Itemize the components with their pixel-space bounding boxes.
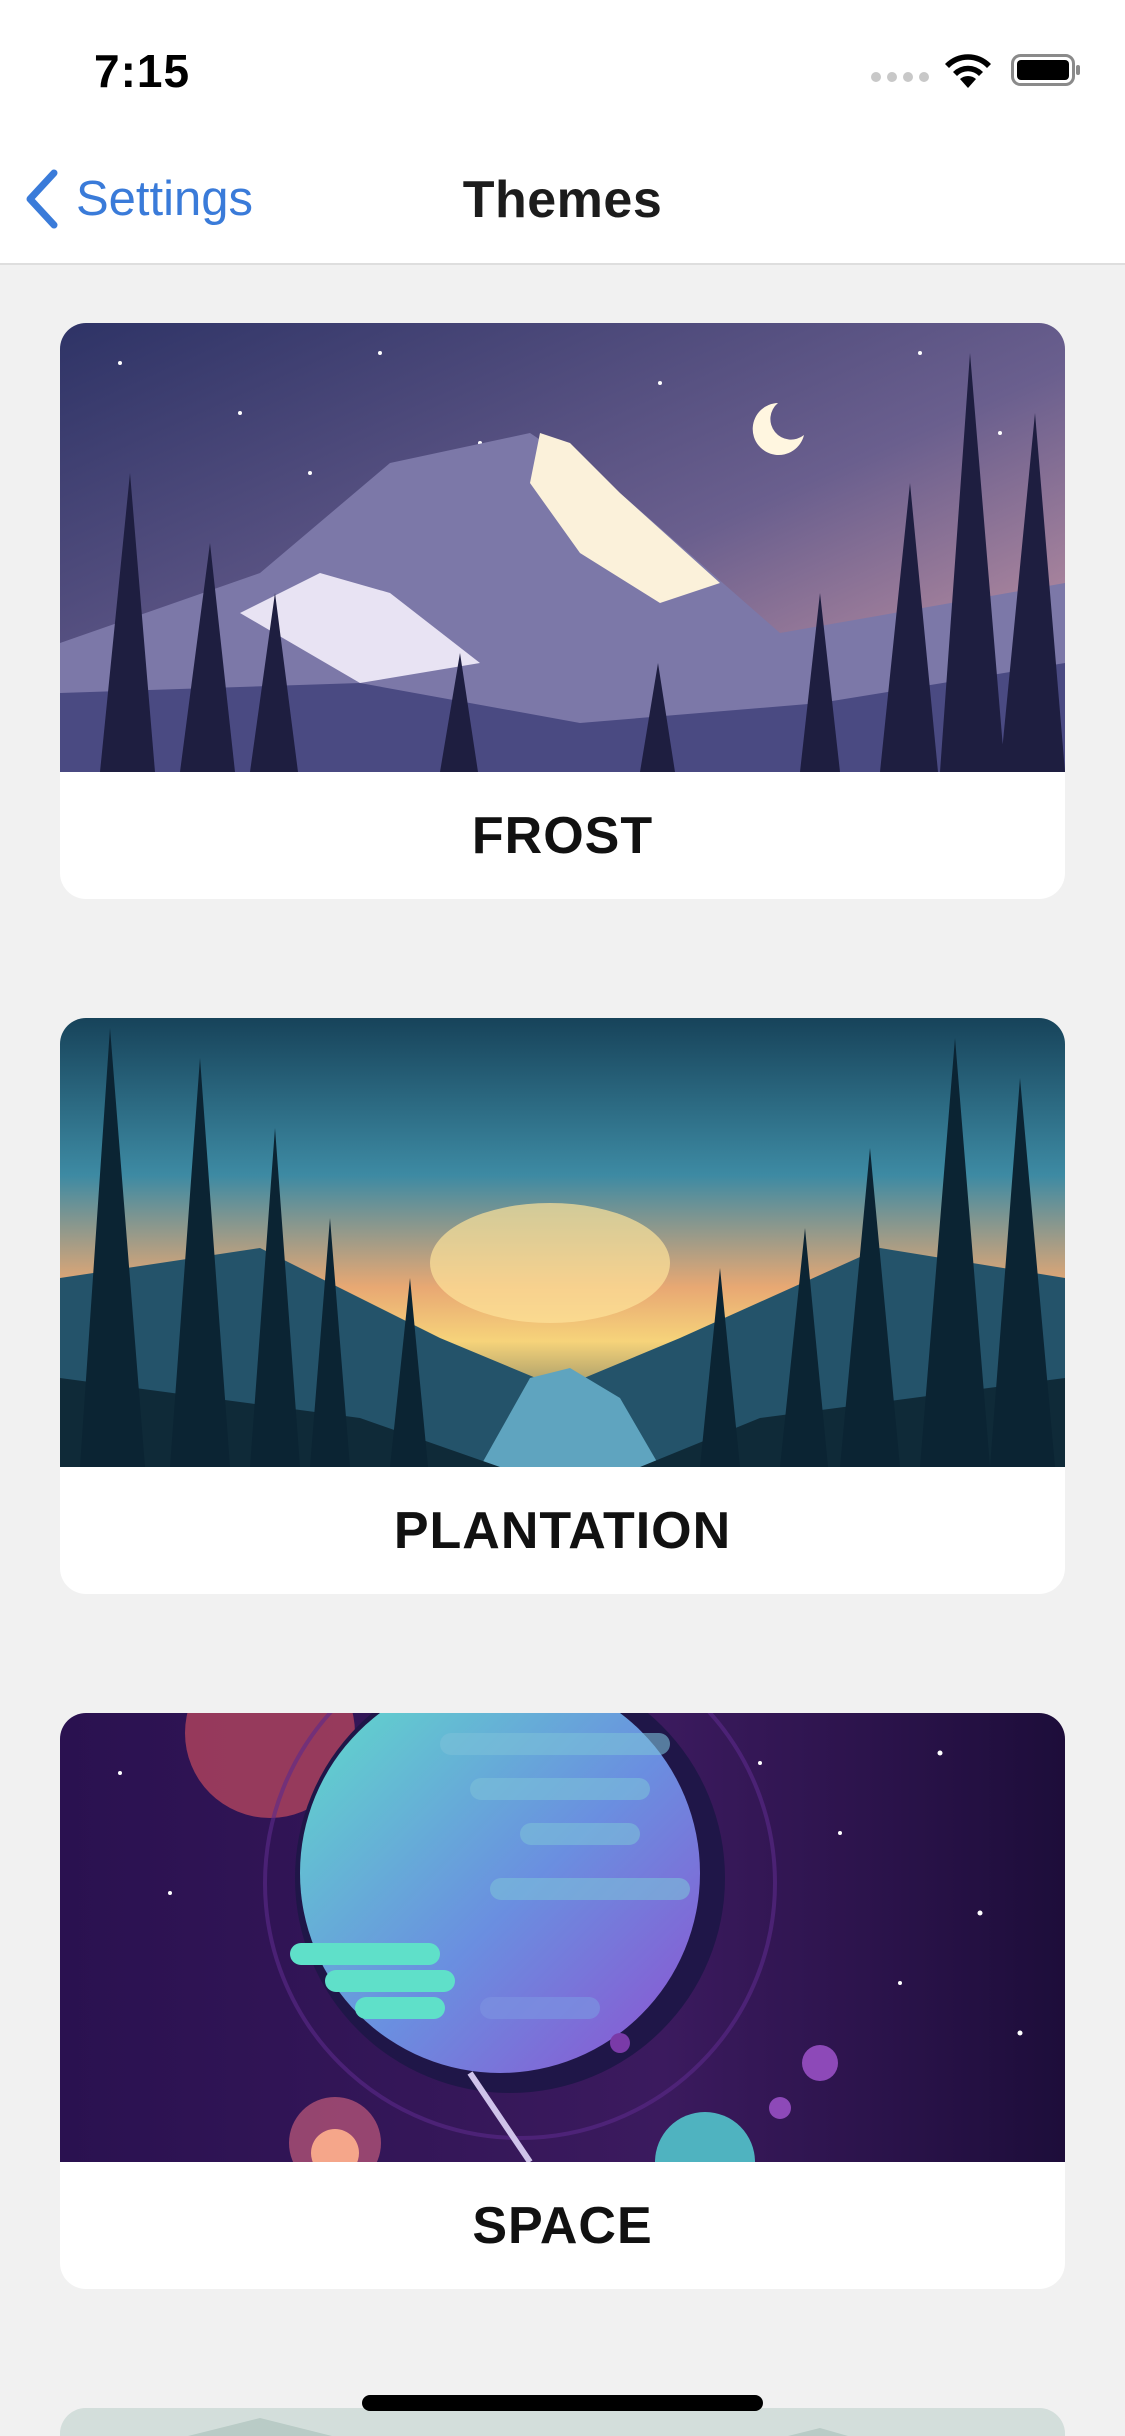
frost-mountain-image xyxy=(60,323,1065,772)
page-title: Themes xyxy=(462,171,663,229)
theme-label-plantation: PLANTATION xyxy=(393,1501,732,1560)
theme-list: FROST PLANTATION SPACE xyxy=(60,323,1065,2408)
cellular-signal-icon xyxy=(871,72,929,82)
battery-icon xyxy=(1011,54,1080,86)
status-icons xyxy=(871,50,1081,90)
theme-card-frost[interactable]: FROST xyxy=(60,323,1065,899)
theme-label-space: SPACE xyxy=(472,2196,653,2255)
theme-label-frost: FROST xyxy=(471,806,654,865)
home-indicator[interactable] xyxy=(362,2395,763,2411)
theme-card-space[interactable]: SPACE xyxy=(60,1713,1065,2289)
theme-card-partial[interactable] xyxy=(60,2408,1065,2436)
status-time: 7:15 xyxy=(94,45,191,97)
status-bar: 7:15 xyxy=(0,0,1125,140)
theme-card-plantation[interactable]: PLANTATION xyxy=(60,1018,1065,1594)
partial-theme-image xyxy=(60,2408,1065,2436)
space-planet-image xyxy=(60,1713,1065,2162)
plantation-forest-image xyxy=(60,1018,1065,1467)
navigation-bar: Settings Themes xyxy=(0,140,1125,265)
wifi-icon xyxy=(945,54,991,88)
